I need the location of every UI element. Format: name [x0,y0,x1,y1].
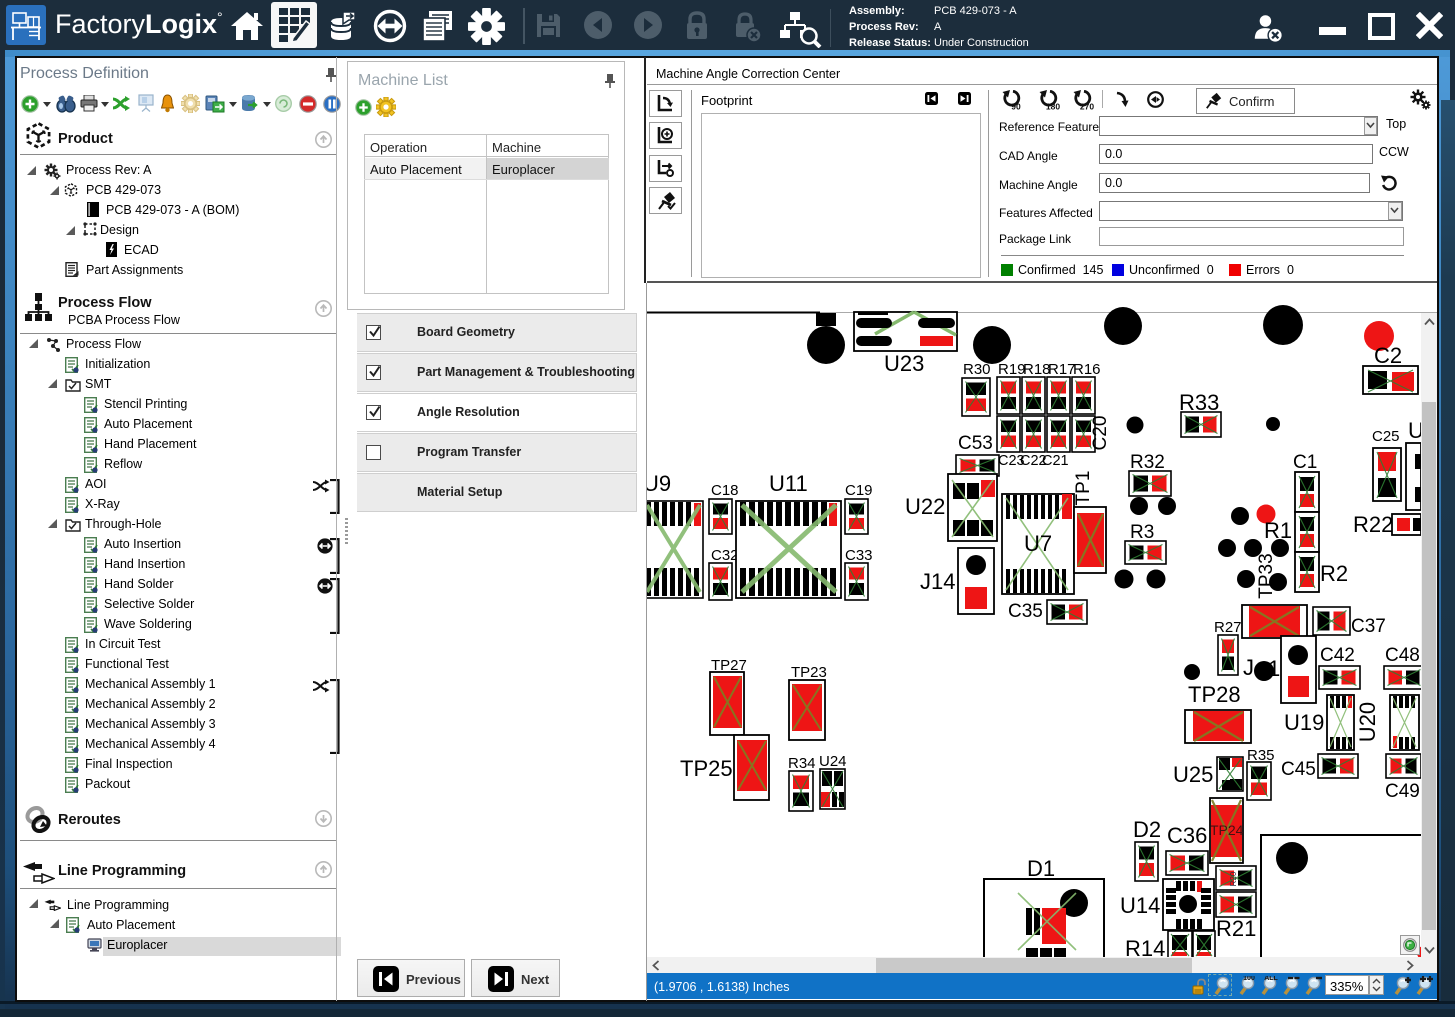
svg-text:U22: U22 [905,494,945,519]
svg-text:C25: C25 [1372,428,1400,445]
svg-text:U7: U7 [1024,531,1052,556]
svg-text:R34: R34 [788,755,816,772]
svg-text:R17: R17 [1048,361,1076,378]
svg-text:C36: C36 [1167,823,1207,848]
svg-text:C18: C18 [711,482,739,499]
svg-text:C21: C21 [1042,453,1069,469]
svg-text:D2: D2 [1133,817,1161,842]
svg-text:J14: J14 [920,569,955,594]
svg-text:C37: C37 [1351,616,1386,637]
svg-text:R19: R19 [998,361,1026,378]
svg-text:C49: C49 [1385,781,1420,802]
svg-text:C53: C53 [958,433,993,454]
svg-text:U20: U20 [1355,702,1380,742]
svg-text:R2: R2 [1320,561,1348,586]
svg-text:C1: C1 [1293,452,1317,473]
svg-text:C48: C48 [1385,645,1420,666]
svg-text:R21: R21 [1216,916,1256,941]
svg-text:R27: R27 [1214,619,1242,636]
svg-text:R18: R18 [1023,361,1051,378]
svg-text:C33: C33 [845,547,873,564]
svg-text:R16: R16 [1073,361,1101,378]
svg-text:TP23: TP23 [791,664,827,681]
svg-text:TP33: TP33 [1256,553,1277,598]
svg-text:R1: R1 [1264,518,1292,543]
svg-text:ALL: ALL [1264,976,1278,982]
svg-text:C19: C19 [845,482,873,499]
svg-text:C45: C45 [1281,759,1316,780]
svg-text:TP28: TP28 [1188,682,1241,707]
svg-text:C2: C2 [1374,343,1402,368]
svg-text:U23: U23 [884,351,924,376]
svg-text:TP24: TP24 [1210,822,1244,838]
svg-text:R14: R14 [1125,936,1165,957]
svg-text:J: J [1243,655,1254,680]
svg-text:100: 100 [1243,976,1255,982]
svg-text:U14: U14 [1120,893,1160,918]
svg-text:R32: R32 [1130,452,1165,473]
svg-text:U11: U11 [769,471,808,496]
svg-text:U24: U24 [819,753,847,770]
svg-text:D1: D1 [1027,856,1055,881]
svg-text:C35: C35 [1008,601,1043,622]
svg-text:U25: U25 [1173,762,1213,787]
svg-text:R30: R30 [963,361,991,378]
svg-text:C42: C42 [1320,645,1355,666]
svg-text:270: 270 [1080,102,1094,111]
svg-text:R3: R3 [1130,522,1154,543]
svg-text:R20: R20 [1229,871,1238,886]
svg-text:R22: R22 [1353,512,1393,537]
svg-text:C20: C20 [1090,416,1111,451]
svg-text:TP1: TP1 [1073,471,1094,506]
svg-text:U9: U9 [647,471,671,496]
svg-text:180: 180 [1046,102,1060,111]
svg-text:U19: U19 [1284,710,1324,735]
svg-text:C32: C32 [711,547,739,564]
svg-text:U: U [1408,418,1421,443]
svg-text:TP25: TP25 [680,756,733,781]
svg-text:90: 90 [1011,102,1021,111]
